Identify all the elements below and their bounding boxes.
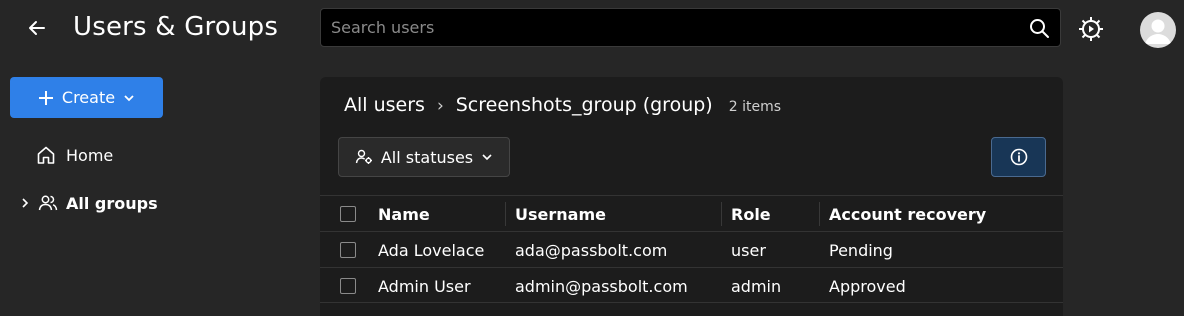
cell-username: ada@passbolt.com <box>515 240 668 260</box>
breadcrumb-all-users[interactable]: All users <box>344 94 425 116</box>
create-button-label: Create <box>61 88 116 107</box>
search-bar <box>320 8 1061 47</box>
column-divider[interactable] <box>819 202 820 226</box>
create-button[interactable]: Create <box>10 77 163 118</box>
row-checkbox[interactable] <box>340 242 356 258</box>
page-title: Users & Groups <box>73 12 279 42</box>
info-icon <box>1010 148 1028 166</box>
search-input[interactable] <box>331 18 1028 37</box>
table-header-row: Name Username Role Account recovery <box>320 195 1063 231</box>
plus-icon <box>38 90 54 106</box>
users-table: Name Username Role Account recovery Ada … <box>320 195 1063 303</box>
users-icon <box>38 193 58 213</box>
cell-name: Ada Lovelace <box>378 240 485 260</box>
sidebar-item-all-groups[interactable]: All groups <box>20 193 158 213</box>
column-header-name[interactable]: Name <box>378 196 430 232</box>
status-filter-label: All statuses <box>380 147 474 167</box>
item-count: 2 items <box>728 99 781 115</box>
sidebar-item-home[interactable]: Home <box>36 145 113 165</box>
chevron-down-icon <box>123 92 135 104</box>
breadcrumb: All users › Screenshots_group (group) 2 … <box>344 94 781 116</box>
avatar[interactable] <box>1140 12 1176 48</box>
breadcrumb-current-group[interactable]: Screenshots_group (group) <box>456 94 713 116</box>
sidebar-item-label: All groups <box>66 193 158 213</box>
search-icon[interactable] <box>1028 17 1050 39</box>
column-divider[interactable] <box>721 202 722 226</box>
chevron-down-icon <box>481 151 493 163</box>
settings-gear-icon[interactable] <box>1076 14 1106 44</box>
back-arrow-icon[interactable] <box>24 14 52 42</box>
sidebar-item-label: Home <box>66 145 114 165</box>
cell-role: admin <box>731 276 782 296</box>
table-row[interactable]: Admin User admin@passbolt.com admin Appr… <box>320 267 1063 303</box>
table-row[interactable]: Ada Lovelace ada@passbolt.com user Pendi… <box>320 231 1063 267</box>
user-filter-icon <box>355 148 373 166</box>
select-all-checkbox[interactable] <box>340 206 356 222</box>
status-filter-button[interactable]: All statuses <box>338 137 510 177</box>
column-header-username[interactable]: Username <box>515 196 606 232</box>
cell-account-recovery: Approved <box>829 276 906 296</box>
column-header-role[interactable]: Role <box>731 196 771 232</box>
column-header-account-recovery[interactable]: Account recovery <box>829 196 986 232</box>
cell-username: admin@passbolt.com <box>515 276 688 296</box>
chevron-right-icon[interactable] <box>20 197 30 209</box>
home-icon <box>36 145 56 165</box>
column-divider[interactable] <box>505 202 506 226</box>
cell-account-recovery: Pending <box>829 240 893 260</box>
row-checkbox[interactable] <box>340 278 356 294</box>
breadcrumb-separator: › <box>436 96 444 116</box>
info-button[interactable] <box>991 137 1046 177</box>
cell-name: Admin User <box>378 276 471 296</box>
cell-role: user <box>731 240 766 260</box>
